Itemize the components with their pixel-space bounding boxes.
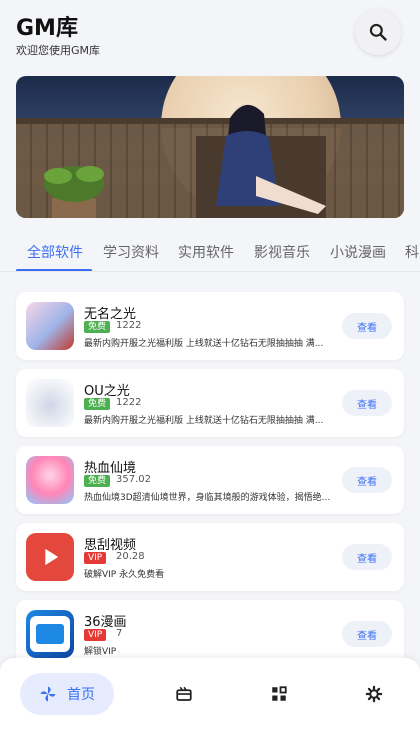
search-icon (369, 23, 387, 41)
app-count: 1222 (116, 320, 142, 331)
app-card[interactable]: 思刮视频 VIP 20.28 破解VIP 永久免费看 查看 (16, 523, 404, 591)
app-count: 20.28 (116, 551, 145, 562)
app-icon (26, 379, 74, 427)
app-description: 最新内购开服之光福利版 上线就送十亿钻石无限抽抽抽 满... (84, 416, 324, 426)
app-title: GM库 (16, 16, 78, 41)
nav-home[interactable]: 首页 (20, 673, 114, 715)
tab-study-materials[interactable]: 学习资料 (103, 242, 159, 262)
video-box-icon (176, 686, 192, 701)
tab-active-indicator (16, 269, 92, 271)
comic-logo-icon (30, 616, 70, 652)
view-button[interactable]: 查看 (342, 467, 392, 493)
app-card[interactable]: 无名之光 免费 1222 最新内购开服之光福利版 上线就送十亿钻石无限抽抽抽 满… (16, 292, 404, 360)
view-button[interactable]: 查看 (342, 313, 392, 339)
view-button[interactable]: 查看 (342, 544, 392, 570)
tab-science[interactable]: 科 (405, 242, 419, 262)
category-tabs: 全部软件 学习资料 实用软件 影视音乐 小说漫画 科 (0, 226, 420, 272)
tab-all-software[interactable]: 全部软件 (27, 242, 83, 262)
price-badge: VIP (84, 629, 107, 641)
app-description: 热血仙境3D超清仙境世界，身临其境般的游戏体验，揭悟绝... (84, 493, 331, 503)
apps-grid-icon (272, 686, 287, 701)
price-badge: 免费 (84, 321, 111, 333)
app-card[interactable]: OU之光 免费 1222 最新内购开服之光福利版 上线就送十亿钻石无限抽抽抽 满… (16, 369, 404, 437)
app-subtitle: 欢迎您使用GM库 (16, 44, 101, 57)
view-button[interactable]: 查看 (342, 621, 392, 647)
price-badge: VIP (84, 552, 107, 564)
nav-apps[interactable] (269, 684, 289, 704)
view-button[interactable]: 查看 (342, 390, 392, 416)
banner-plant-image (44, 166, 104, 218)
app-icon (26, 456, 74, 504)
tab-novels-comics[interactable]: 小说漫画 (330, 242, 386, 262)
app-icon (26, 533, 74, 581)
banner-carousel[interactable] (16, 76, 404, 218)
app-count: 357.02 (116, 474, 151, 485)
app-description: 解锁VIP (84, 647, 117, 657)
app-description: 破解VIP 永久免费看 (84, 570, 165, 580)
tab-film-music[interactable]: 影视音乐 (254, 242, 310, 262)
nav-settings[interactable] (364, 684, 384, 704)
banner-character-image (196, 104, 326, 218)
nav-home-label: 首页 (67, 687, 95, 703)
app-count: 7 (116, 628, 123, 639)
gear-icon (365, 685, 383, 703)
search-button[interactable] (355, 9, 401, 55)
app-icon (26, 302, 74, 350)
app-count: 1222 (116, 397, 142, 408)
play-icon (45, 548, 59, 566)
pinwheel-icon (40, 686, 56, 702)
tab-utility-software[interactable]: 实用软件 (178, 242, 234, 262)
app-description: 最新内购开服之光福利版 上线就送十亿钻石无限抽抽抽 满... (84, 339, 324, 349)
bottom-navigation: 首页 (0, 658, 420, 730)
app-card[interactable]: 热血仙境 免费 357.02 热血仙境3D超清仙境世界，身临其境般的游戏体验，揭… (16, 446, 404, 514)
nav-library[interactable] (174, 684, 194, 704)
app-icon (26, 610, 74, 658)
header: GM库 欢迎您使用GM库 (0, 0, 420, 68)
price-badge: 免费 (84, 475, 111, 487)
price-badge: 免费 (84, 398, 111, 410)
